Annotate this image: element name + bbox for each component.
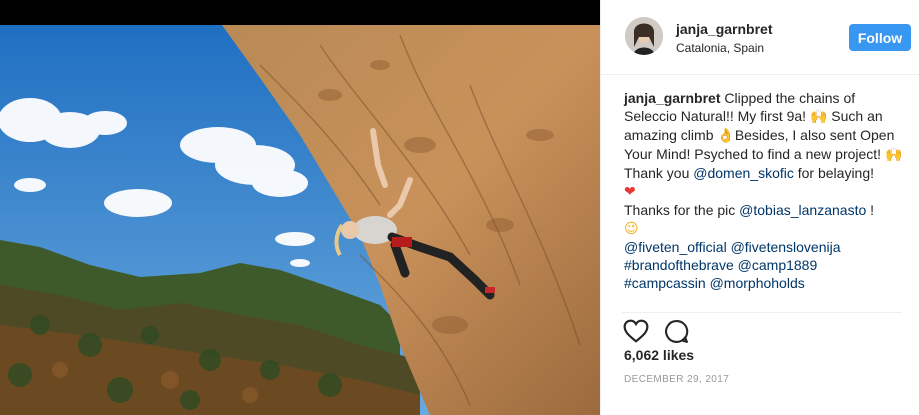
thanks-suffix: for belaying! — [797, 165, 875, 181]
raised-hands-emoji-icon-2: 🙌 — [884, 147, 903, 163]
hashtag-campcassin[interactable]: #campcassin — [624, 275, 706, 291]
thanks-prefix: Thank you — [624, 165, 690, 181]
pic-thanks-prefix: Thanks for the pic — [624, 202, 736, 218]
post-header: janja_garnbret Catalonia, Spain Follow — [601, 0, 919, 75]
heart-outline-icon[interactable] — [623, 319, 649, 348]
pic-thanks-suffix: ! — [870, 202, 875, 218]
post-actions — [622, 312, 902, 343]
avatar[interactable] — [625, 17, 663, 55]
caption-username[interactable]: janja_garnbret — [624, 90, 720, 106]
location-link[interactable]: Catalonia, Spain — [676, 41, 764, 55]
hashtag-brandofthebrave[interactable]: #brandofthebrave — [624, 257, 734, 273]
follow-button[interactable]: Follow — [849, 24, 911, 51]
raised-hands-emoji-icon: 🙌 — [809, 109, 828, 125]
mention-fiveten-official[interactable]: @fiveten_official — [624, 239, 727, 255]
red-heart-emoji-icon: ❤ — [624, 184, 636, 200]
ok-hand-emoji-icon: 👌 — [717, 128, 735, 144]
comment-bubble-icon[interactable] — [664, 319, 689, 349]
caption: janja_garnbret Clipped the chains of Sel… — [624, 89, 909, 292]
mention-tobias-lanzanasto[interactable]: @tobias_lanzanasto — [739, 202, 866, 218]
mention-morphoholds[interactable]: @morphoholds — [710, 275, 805, 291]
post-photo[interactable] — [0, 25, 600, 415]
post-date[interactable]: DECEMBER 29, 2017 — [624, 374, 729, 385]
like-count[interactable]: 6,062 likes — [624, 347, 694, 363]
mention-camp1889[interactable]: @camp1889 — [738, 257, 818, 273]
climbing-photo — [0, 25, 600, 415]
post-sidebar: janja_garnbret Catalonia, Spain Follow j… — [600, 0, 919, 415]
mention-fivetenslovenija[interactable]: @fivetenslovenija — [731, 239, 841, 255]
wink-emoji-icon: 😉 — [624, 221, 639, 237]
mention-domen-skofic[interactable]: @domen_skofic — [693, 165, 794, 181]
username[interactable]: janja_garnbret — [676, 21, 772, 37]
photo-top-letterbox — [0, 0, 600, 25]
